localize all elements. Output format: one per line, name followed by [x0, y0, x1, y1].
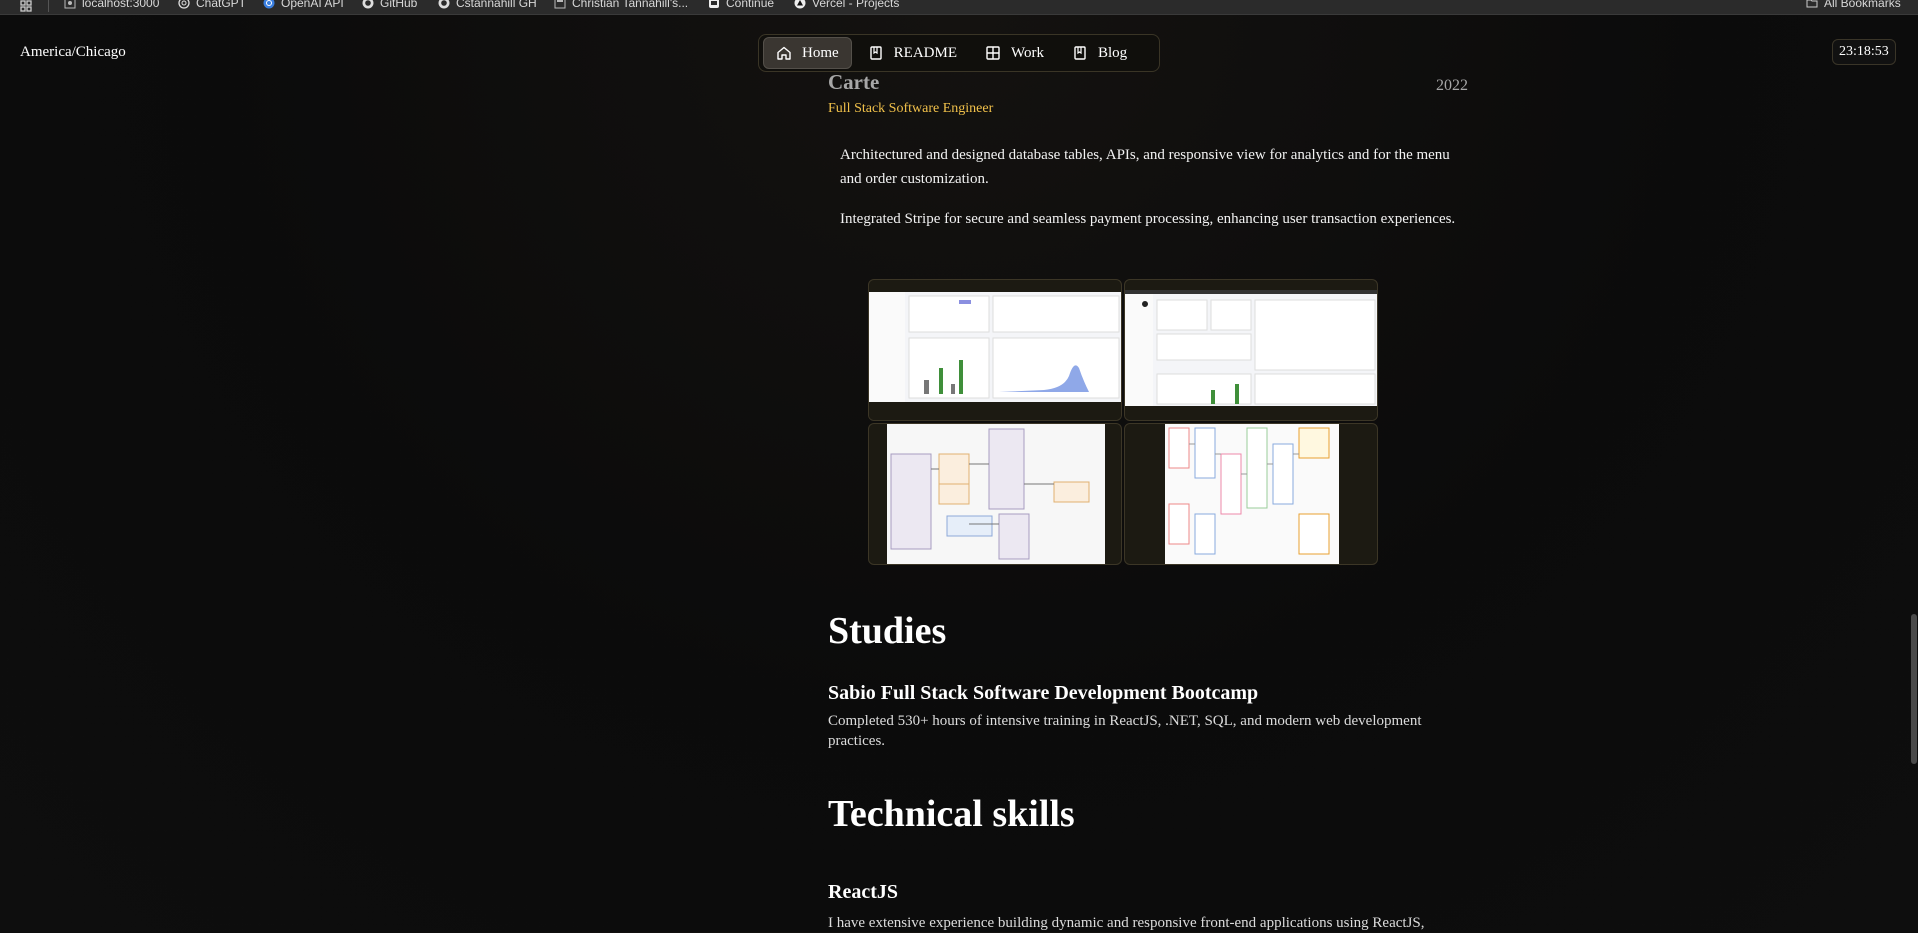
nav-label: README [893, 44, 958, 61]
bookmarks-bar: localhost:3000 ChatGPT OpenAI API GitHub… [0, 0, 1918, 15]
nav-readme[interactable]: README [856, 38, 969, 68]
folder-icon [1806, 0, 1818, 8]
nav-label: Home [802, 44, 839, 61]
bookmark-openai-api[interactable]: OpenAI API [263, 0, 344, 10]
bookmark-continue[interactable]: Continue [708, 0, 774, 10]
skill-title: ReactJS [828, 881, 898, 903]
globe-icon [64, 0, 76, 9]
bookmark-vercel[interactable]: Vercel - Projects [794, 0, 899, 10]
bookmark-github[interactable]: GitHub [362, 0, 417, 10]
page-icon [554, 0, 566, 9]
bookmark-label: OpenAI API [281, 0, 344, 10]
book-icon [1074, 46, 1086, 60]
main-nav: Home README Work Blog [758, 34, 1160, 72]
nav-label: Blog [1097, 44, 1128, 61]
gallery-image-schema-diagram[interactable] [1124, 423, 1378, 565]
page-icon [709, 0, 719, 8]
vercel-icon [794, 0, 806, 9]
gallery-image-admin-panel[interactable] [1124, 279, 1378, 421]
course-title: Sabio Full Stack Software Development Bo… [828, 682, 1259, 704]
bookmark-label: Christian Tannahill's... [572, 0, 689, 10]
bookmark-cstannahill-gh[interactable]: Cstannahill GH [438, 0, 537, 10]
nav-label: Work [1011, 44, 1044, 61]
bookmark-label: ChatGPT [196, 0, 247, 10]
gallery-image-erd-diagram[interactable] [868, 423, 1122, 565]
bookmark-christian-tannahill[interactable]: Christian Tannahill's... [554, 0, 688, 10]
book-icon [869, 46, 882, 60]
skill-description: I have extensive experience building dyn… [828, 915, 1425, 931]
studies-heading: Studies [828, 610, 947, 652]
page-scrollbar[interactable] [1910, 14, 1918, 932]
scrollbar-thumb[interactable] [1911, 614, 1917, 764]
github-icon [362, 0, 374, 9]
bookmark-label: Vercel - Projects [812, 0, 900, 10]
openai-icon [178, 0, 190, 9]
github-icon [438, 0, 450, 9]
company-name: Carte [828, 70, 880, 94]
bookmark-label: Continue [726, 0, 775, 10]
clock: 23:18:53 [1832, 39, 1896, 65]
all-bookmarks-label: All Bookmarks [1824, 0, 1901, 10]
nav-blog[interactable]: Blog [1060, 38, 1139, 68]
bookmark-localhost[interactable]: localhost:3000 [64, 0, 159, 10]
bookmark-label: localhost:3000 [82, 0, 160, 10]
course-description: Completed 530+ hours of intensive traini… [828, 713, 1422, 749]
bookmark-chatgpt[interactable]: ChatGPT [178, 0, 246, 10]
experience-bullet: Architectured and designed database tabl… [840, 147, 1450, 187]
timezone-label: America/Chicago [20, 44, 126, 60]
openai-icon [263, 0, 275, 9]
all-bookmarks-button[interactable]: All Bookmarks [1806, 0, 1901, 10]
bookmark-label: GitHub [380, 0, 418, 10]
project-gallery [868, 279, 1380, 567]
divider [48, 0, 49, 12]
job-role: Full Stack Software Engineer [828, 101, 994, 116]
nav-work[interactable]: Work [973, 38, 1056, 68]
experience-year: 2022 [1436, 77, 1468, 94]
technical-skills-heading: Technical skills [828, 793, 1075, 835]
bookmark-label: Cstannahill GH [456, 0, 537, 10]
grid-icon [986, 46, 1000, 60]
nav-home[interactable]: Home [763, 37, 852, 69]
experience-bullet: Integrated Stripe for secure and seamles… [840, 211, 1456, 227]
gallery-image-analytics-dashboard[interactable] [868, 279, 1122, 421]
home-icon [777, 46, 791, 60]
apps-grid-icon[interactable] [20, 0, 32, 14]
